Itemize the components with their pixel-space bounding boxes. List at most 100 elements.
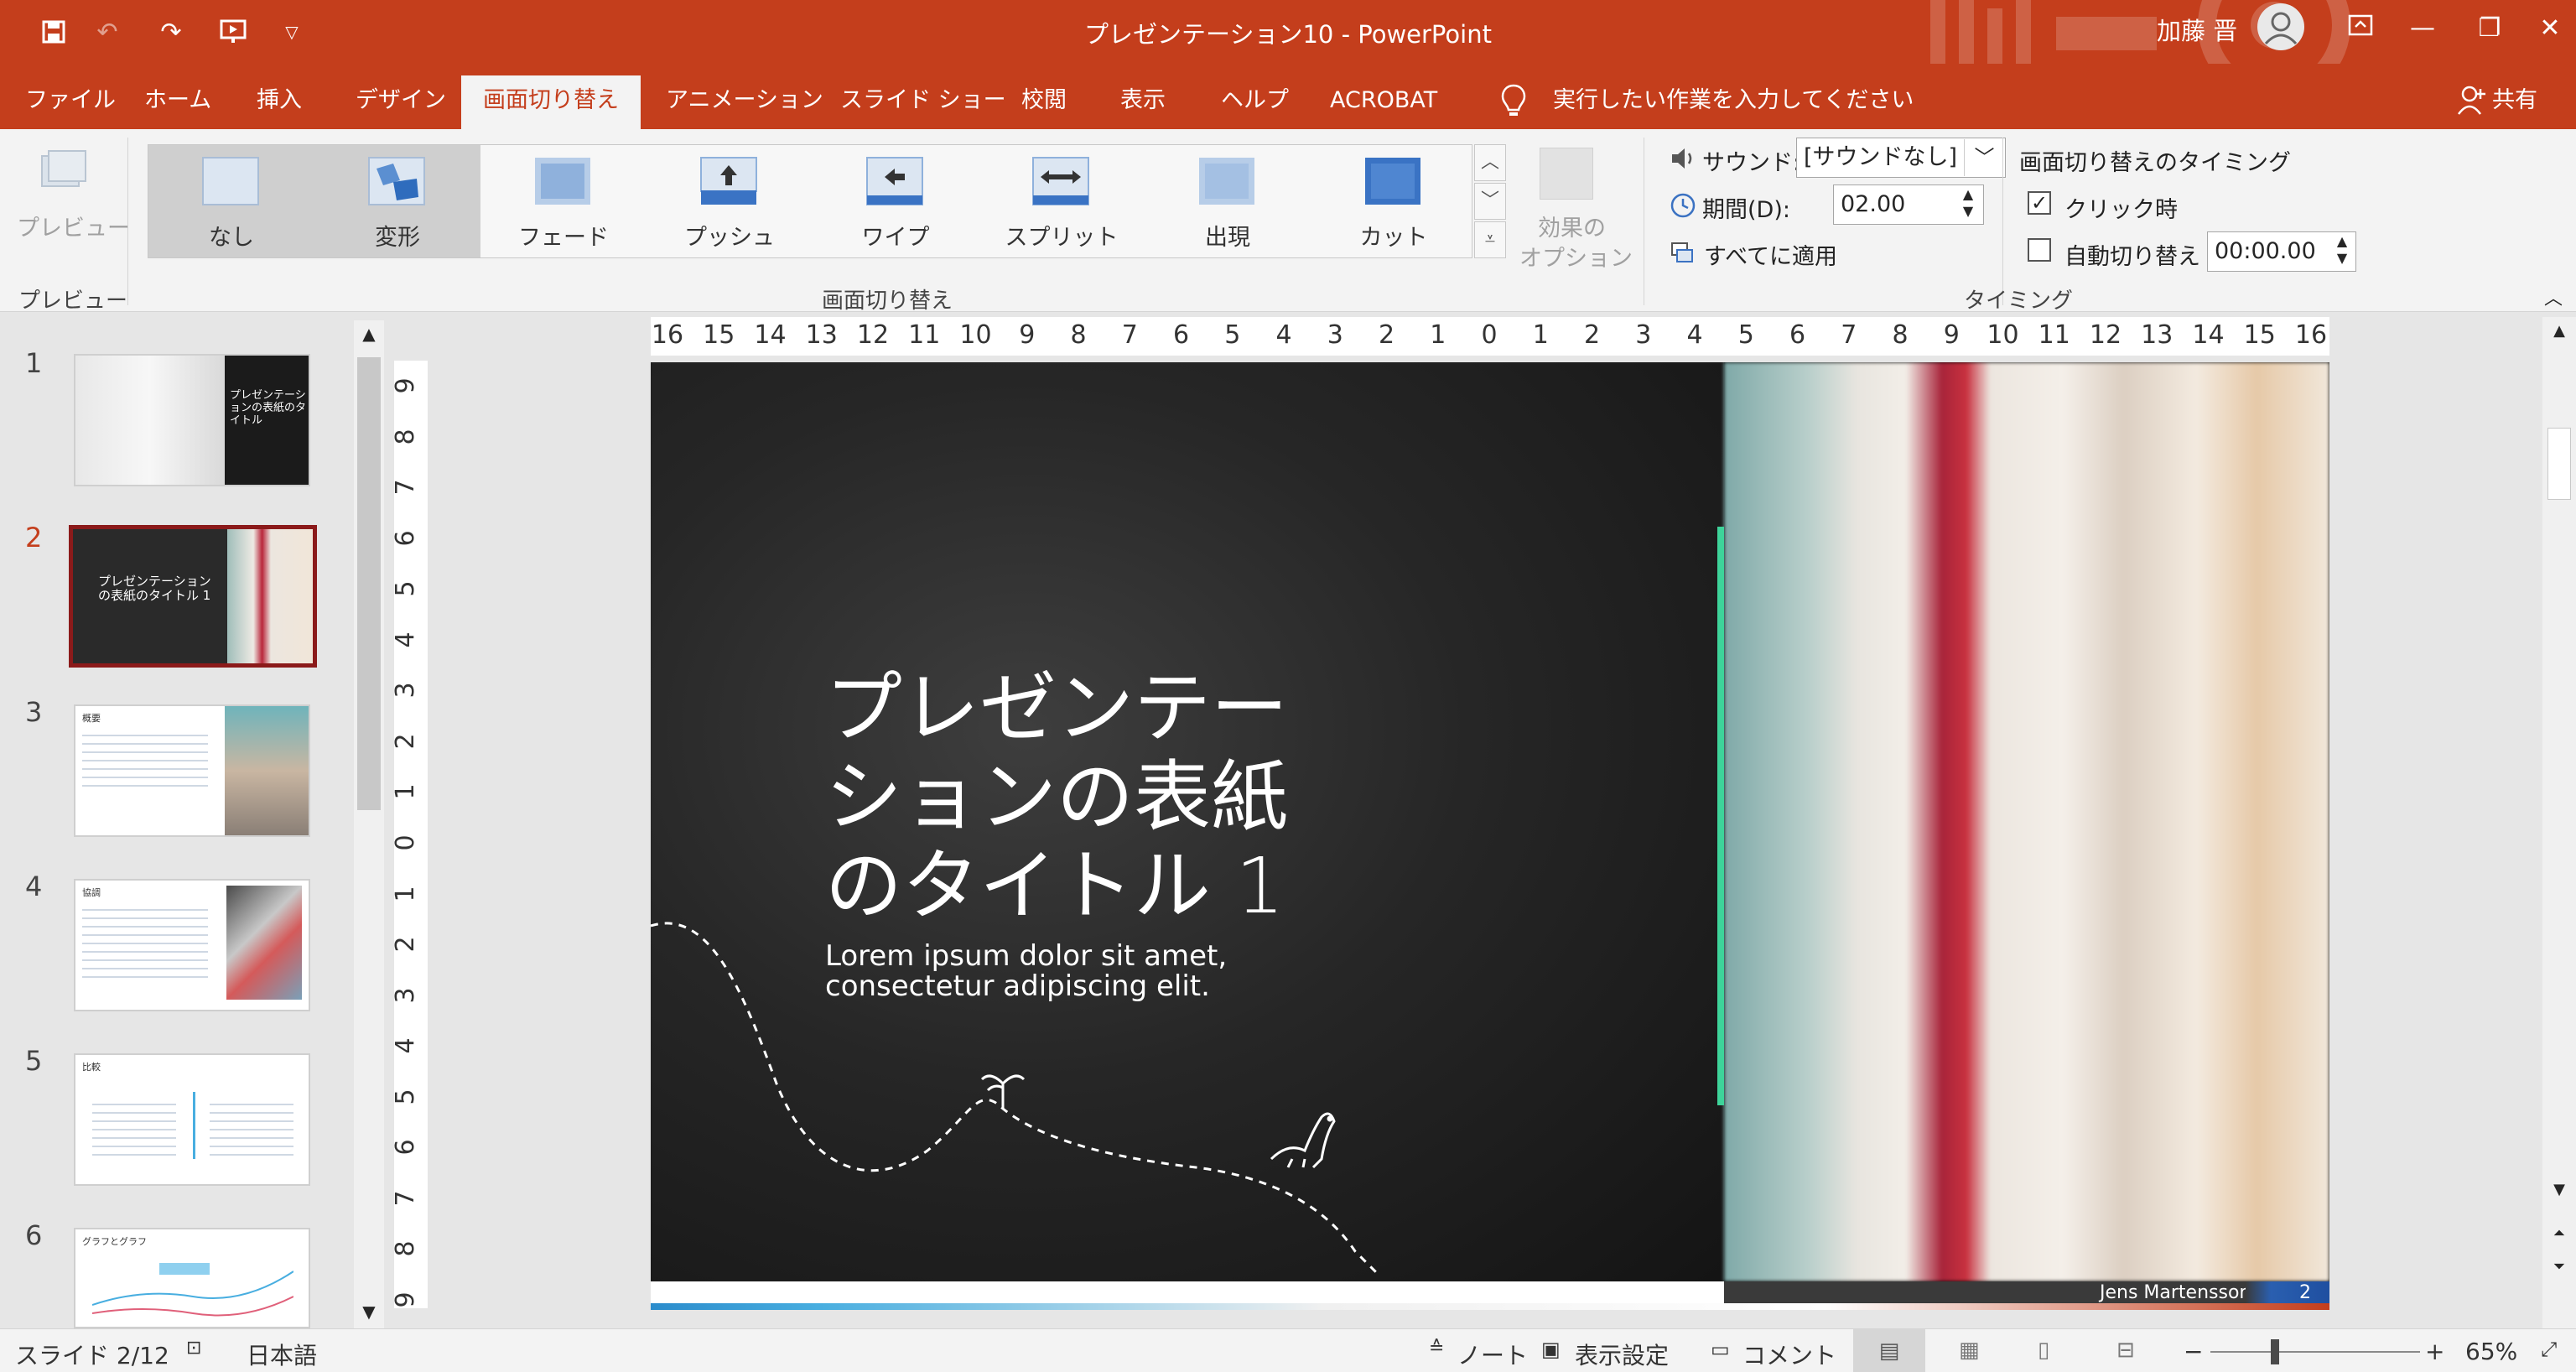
zoom-level[interactable]: 65% [2465, 1338, 2517, 1365]
transition-morph-icon [368, 157, 425, 205]
main-scrollbar[interactable]: ▲ ▼ ⏶ ⏷ [2542, 317, 2576, 1328]
sound-dropdown-chevron-icon[interactable]: ﹀ [1964, 139, 2004, 176]
tab-insert[interactable]: 挿入 [257, 75, 302, 129]
scroll-up-icon[interactable]: ▲ [357, 324, 381, 347]
on-click-checkbox[interactable]: ✓ [2028, 191, 2051, 215]
fit-to-window-icon[interactable]: ⤢ [2541, 1338, 2557, 1361]
avatar[interactable] [2257, 3, 2304, 50]
transition-wipe[interactable]: ワイプ [813, 145, 979, 257]
slide-title[interactable]: プレゼンテーションの表紙のタイトル 1 [825, 664, 1345, 931]
ruler-tick-label: 14 [2192, 320, 2225, 350]
slide-subtitle[interactable]: Lorem ipsum dolor sit amet, consectetur … [825, 941, 1345, 1001]
tab-transitions[interactable]: 画面切り替え [461, 75, 641, 129]
auto-advance-checkbox[interactable] [2028, 238, 2051, 262]
ruler-tick-label: 6 [391, 530, 421, 547]
ruler-tick-label: 0 [1481, 320, 1498, 350]
slide-thumbnail-6[interactable]: グラフとグラフ [74, 1228, 310, 1328]
transition-none[interactable]: なし [148, 145, 314, 257]
zoom-slider-thumb[interactable] [2271, 1339, 2279, 1364]
transition-label: 出現 [1205, 225, 1250, 251]
tab-acrobat[interactable]: ACROBAT [1330, 75, 1437, 129]
slide-bottom-accent [651, 1303, 2329, 1310]
close-icon[interactable]: ✕ [2527, 10, 2573, 47]
tab-home[interactable]: ホーム [144, 75, 211, 129]
powerpoint-window: ↶ ↷ ▽ プレゼンテーション10 - PowerPoint 加藤 晋 — ❐ … [0, 0, 2576, 1372]
tab-slideshow[interactable]: スライド ショー [840, 75, 1006, 129]
zoom-out-button[interactable]: − [2184, 1338, 2203, 1365]
slide-counter: スライド 2/12 [15, 1342, 169, 1369]
share-button[interactable]: 共有 [2492, 75, 2537, 129]
slide-thumbnail-2[interactable]: プレゼンテーションの表紙のタイトル 1 [69, 525, 317, 668]
scroll-down-icon[interactable]: ▼ [357, 1302, 381, 1325]
tab-design[interactable]: デザイン [356, 75, 446, 129]
scrollbar-thumb[interactable] [357, 357, 381, 810]
minimize-icon[interactable]: — [2400, 10, 2445, 47]
thumbnail-scrollbar[interactable]: ▲ ▼ [354, 320, 384, 1328]
preview-icon[interactable] [37, 148, 91, 195]
preview-button[interactable]: プレビュー [17, 210, 130, 242]
auto-advance-spinner-icon[interactable]: ▲ ▼ [2328, 233, 2356, 270]
ruler-tick-label: 13 [2141, 320, 2174, 350]
user-name[interactable]: 加藤 晋 [2157, 12, 2237, 47]
transition-label: なし [209, 225, 254, 251]
tell-me-search[interactable]: 実行したい作業を入力してください [1553, 75, 1914, 129]
ruler-tick-label: 9 [1943, 320, 1960, 350]
ribbon-display-options-icon[interactable] [2338, 10, 2383, 47]
slideshow-view-icon[interactable]: ⊟ [2116, 1338, 2135, 1363]
tab-file[interactable]: ファイル [25, 75, 116, 129]
scrollbar-thumb[interactable] [2547, 428, 2571, 500]
zoom-in-button[interactable]: + [2425, 1338, 2444, 1365]
language-indicator[interactable]: 日本語 [247, 1338, 317, 1371]
slide-thumbnail-5[interactable]: 比較 [74, 1053, 310, 1186]
gallery-scroll-up-icon[interactable]: ︿ [1474, 144, 1506, 181]
ruler-tick-label: 9 [1019, 320, 1036, 350]
spellcheck-icon[interactable]: ⊡ [186, 1338, 201, 1359]
notes-button[interactable]: ノート [1457, 1338, 1528, 1371]
transition-label: ワイプ [861, 225, 930, 251]
slide-thumbnail-1[interactable]: プレゼンテーションの表紙のタイトル [74, 354, 310, 486]
zoom-slider-track[interactable] [2210, 1351, 2420, 1353]
slide-thumbnail-3[interactable]: 概要 [74, 704, 310, 837]
ruler-tick-label: 15 [2243, 320, 2276, 350]
restore-icon[interactable]: ❐ [2467, 10, 2512, 47]
ruler-tick-label: 7 [1121, 320, 1138, 350]
slide-thumbnail-4[interactable]: 協調 [74, 879, 310, 1011]
scroll-up-icon[interactable]: ▲ [2549, 322, 2569, 346]
comments-button[interactable]: コメント [1742, 1338, 1836, 1371]
reading-view-icon[interactable]: ▯ [2038, 1338, 2049, 1363]
ruler-tick-label: 4 [391, 631, 421, 648]
thumbnail-title: プレゼンテーションの表紙のタイトル [230, 389, 307, 427]
tab-view[interactable]: 表示 [1120, 75, 1166, 129]
effect-options-label-2[interactable]: オプション [1519, 240, 1633, 273]
duration-spinner-icon[interactable]: ▲ ▼ [1954, 186, 1982, 223]
slide-sorter-icon[interactable]: ▦ [1959, 1338, 1980, 1363]
transition-fade[interactable]: フェード [480, 145, 647, 257]
ruler-tick-label: 16 [651, 320, 684, 350]
scroll-down-icon[interactable]: ▼ [2549, 1181, 2569, 1204]
transition-morph[interactable]: 変形 [314, 145, 480, 257]
previous-slide-icon[interactable]: ⏶ [2549, 1224, 2569, 1253]
ruler-tick-label: 7 [1841, 320, 1857, 350]
next-slide-icon[interactable]: ⏷ [2549, 1258, 2569, 1286]
gallery-more-icon[interactable]: ⩡ [1474, 221, 1506, 258]
thumbnail-title: グラフとグラフ [82, 1236, 147, 1247]
photo-credit[interactable]: Jens Martensson [2100, 1281, 2251, 1305]
tab-animations[interactable]: アニメーション [666, 75, 823, 129]
ruler-tick-label: 5 [1737, 320, 1754, 350]
gallery-scroll-down-icon[interactable]: ﹀ [1474, 183, 1506, 220]
normal-view-icon[interactable]: ▤ [1853, 1329, 1925, 1372]
collapse-ribbon-icon[interactable]: ︿ [2541, 283, 2566, 309]
transition-push[interactable]: プッシュ [647, 145, 813, 257]
transition-cut[interactable]: カット [1311, 145, 1477, 257]
thumbnail-text-lines [210, 1097, 293, 1156]
tab-help[interactable]: ヘルプ [1221, 75, 1289, 129]
apply-all-button[interactable]: すべてに適用 [1704, 238, 1837, 271]
ruler-tick-label: 1 [1430, 320, 1446, 350]
tab-review[interactable]: 校閲 [1021, 75, 1067, 129]
transition-reveal[interactable]: 出現 [1145, 145, 1311, 257]
thumbnail-image [226, 886, 302, 1000]
slide-canvas[interactable]: プレゼンテーションの表紙のタイトル 1 Lorem ipsum dolor si… [651, 362, 2329, 1310]
transition-split[interactable]: スプリット [979, 145, 1145, 257]
effect-options-label-1[interactable]: 効果の [1538, 210, 1606, 242]
display-settings-button[interactable]: 表示設定 [1575, 1338, 1669, 1371]
